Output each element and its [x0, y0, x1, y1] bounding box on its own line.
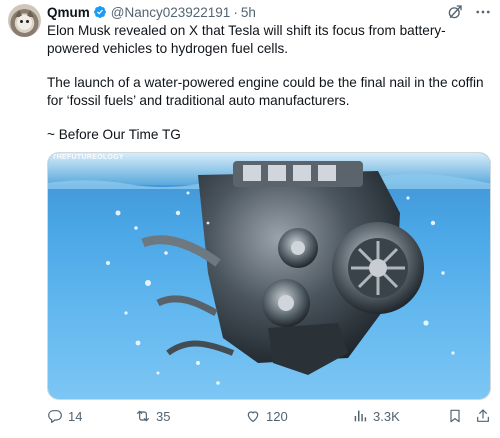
author-name[interactable]: Qmum: [47, 5, 90, 20]
tweet-top-actions: [446, 3, 492, 21]
repost-icon: [137, 410, 149, 422]
tweet-text: Elon Musk revealed on X that Tesla will …: [47, 22, 493, 161]
like-count: 120: [266, 408, 288, 424]
views-count: 3.3K: [373, 408, 400, 424]
heart-icon: [247, 411, 259, 422]
views-chart-icon: [354, 410, 367, 422]
timestamp[interactable]: 5h: [241, 5, 256, 20]
tweet-paragraph-3: ~ Before Our Time TG: [47, 127, 181, 142]
tweet-action-bar: 14 35 120 3.3K: [47, 408, 493, 430]
views-button[interactable]: 3.3K: [352, 408, 400, 424]
reply-icon: [48, 410, 62, 423]
tweet-paragraph-2: The launch of a water-powered engine cou…: [47, 75, 484, 108]
share-button[interactable]: [475, 408, 491, 424]
avatar[interactable]: [8, 4, 41, 37]
like-button[interactable]: 120: [245, 408, 288, 424]
repost-count: 35: [156, 408, 171, 424]
tweet-media-image[interactable]: THEFUTUREOLOGY: [47, 152, 491, 400]
bookmark-button[interactable]: [447, 408, 463, 424]
verified-badge-icon[interactable]: [93, 5, 107, 19]
tweet-card[interactable]: Qmum @Nancy023922191 · 5h Elon Musk reve…: [0, 0, 500, 438]
media-watermark: THEFUTUREOLOGY: [52, 154, 124, 161]
more-options-icon[interactable]: [474, 3, 492, 21]
reply-button[interactable]: 14: [47, 408, 82, 424]
tweet-header: Qmum @Nancy023922191 · 5h: [47, 4, 256, 20]
engine-underwater-image: [48, 153, 490, 385]
reply-count: 14: [68, 408, 83, 424]
repost-button[interactable]: 35: [135, 408, 170, 424]
grok-icon[interactable]: [446, 3, 464, 21]
author-handle[interactable]: @Nancy023922191: [111, 5, 231, 20]
bookmark-icon: [450, 409, 460, 423]
tweet-paragraph-1: Elon Musk revealed on X that Tesla will …: [47, 23, 446, 56]
share-icon: [477, 409, 489, 422]
separator-dot: ·: [233, 4, 238, 20]
